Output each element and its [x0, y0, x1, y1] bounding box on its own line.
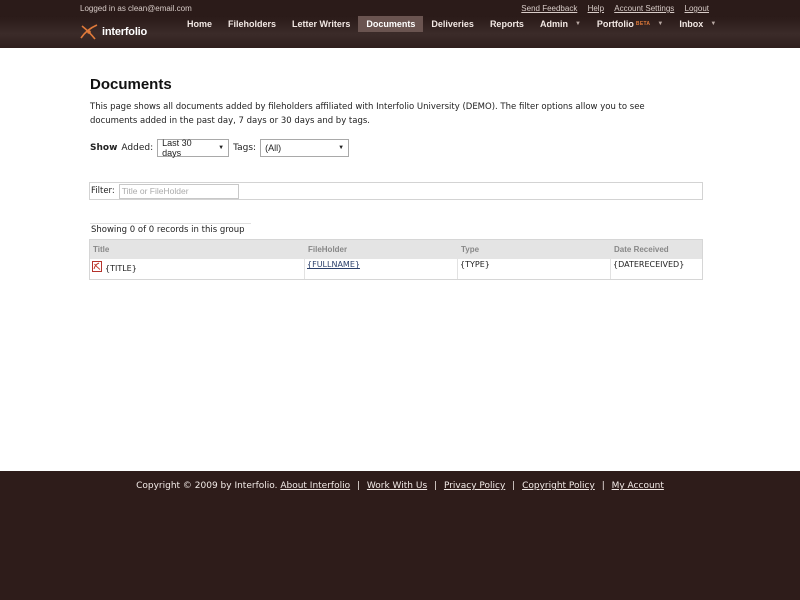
tags-label: Tags:: [233, 143, 257, 153]
dropdown-arrow-icon: ▼: [218, 145, 225, 151]
nav-reports[interactable]: Reports: [482, 16, 532, 32]
chevron-down-icon: ▼: [574, 21, 581, 27]
nav-deliveries[interactable]: Deliveries: [423, 16, 482, 32]
footer-links: Copyright © 2009 by Interfolio. About In…: [0, 481, 800, 491]
logo-mark-icon: [80, 24, 98, 40]
nav-inbox[interactable]: Inbox ▼: [671, 16, 724, 32]
copyright-text: Copyright © 2009 by Interfolio.: [136, 481, 278, 491]
tags-select[interactable]: (All) ▼: [260, 139, 350, 157]
main-nav: Home Fileholders Letter Writers Document…: [179, 16, 724, 32]
chevron-down-icon: ▼: [657, 21, 664, 27]
table-row: {TITLE} {FULLNAME} {TYPE} {DATERECEIVED}: [90, 259, 702, 279]
added-label: Added:: [121, 143, 154, 153]
privacy-policy-link[interactable]: Privacy Policy: [444, 481, 505, 491]
footer-separator: |: [512, 481, 516, 491]
interfolio-logo[interactable]: interfolio: [78, 22, 147, 42]
logo-text: interfolio: [102, 26, 148, 38]
site-header: Logged in as clean@email.com Send Feedba…: [0, 0, 800, 48]
cell-title: {TITLE}: [90, 259, 305, 279]
dropdown-arrow-icon: ▼: [338, 145, 345, 151]
filter-controls: Show Added: Last 30 days ▼ Tags: (All) ▼: [90, 138, 350, 158]
about-interfolio-link[interactable]: About Interfolio: [280, 481, 350, 491]
page-title: Documents: [90, 76, 172, 93]
column-header-title[interactable]: Title: [90, 240, 305, 259]
login-status: Logged in as clean@email.com: [80, 4, 192, 13]
table-header: Title FileHolder Type Date Received: [90, 240, 702, 259]
footer-separator: |: [356, 481, 361, 491]
column-header-type[interactable]: Type: [458, 240, 611, 259]
nav-portfolio[interactable]: Portfolio BETA ▼: [589, 16, 671, 32]
added-select[interactable]: Last 30 days ▼: [157, 138, 230, 158]
work-with-us-link[interactable]: Work With Us: [367, 481, 427, 491]
copyright-policy-link[interactable]: Copyright Policy: [522, 481, 595, 491]
column-header-date-received[interactable]: Date Received: [611, 240, 702, 259]
help-link[interactable]: Help: [588, 4, 604, 13]
nav-admin[interactable]: Admin ▼: [532, 16, 589, 32]
site-footer: Copyright © 2009 by Interfolio. About In…: [0, 471, 800, 600]
fileholder-link[interactable]: {FULLNAME}: [307, 260, 360, 269]
nav-fileholders[interactable]: Fileholders: [220, 16, 284, 32]
logout-link[interactable]: Logout: [685, 4, 709, 13]
my-account-link[interactable]: My Account: [612, 481, 664, 491]
filter-bar: Filter: Title or FileHolder: [89, 182, 703, 200]
account-settings-link[interactable]: Account Settings: [614, 4, 674, 13]
nav-documents[interactable]: Documents: [358, 16, 424, 32]
beta-badge: BETA: [635, 21, 651, 27]
records-count: Showing 0 of 0 records in this group: [90, 223, 251, 237]
cell-fileholder: {FULLNAME}: [305, 259, 458, 279]
footer-separator: |: [601, 481, 605, 491]
send-feedback-link[interactable]: Send Feedback: [521, 4, 577, 13]
footer-separator: |: [434, 481, 438, 491]
chevron-down-icon: ▼: [710, 21, 717, 27]
pdf-file-icon: [92, 261, 102, 272]
page-description: This page shows all documents added by f…: [90, 102, 645, 126]
column-header-fileholder[interactable]: FileHolder: [305, 240, 458, 259]
filter-input[interactable]: Title or FileHolder: [118, 183, 239, 199]
cell-type: {TYPE}: [458, 259, 611, 279]
filter-label: Filter:: [91, 186, 115, 196]
utility-links: Send Feedback Help Account Settings Logo…: [513, 4, 709, 13]
nav-letter-writers[interactable]: Letter Writers: [284, 16, 358, 32]
nav-home[interactable]: Home: [179, 16, 220, 32]
documents-table: Title FileHolder Type Date Received {TIT…: [89, 239, 703, 280]
cell-date-received: {DATERECEIVED}: [613, 260, 685, 269]
show-label: Show: [90, 143, 118, 153]
